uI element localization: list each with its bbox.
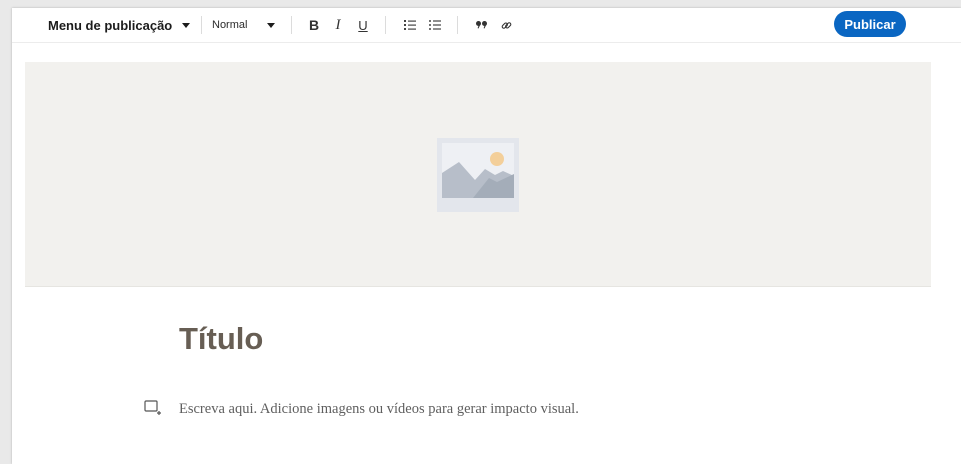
image-placeholder-icon	[437, 138, 519, 212]
toolbar-divider	[385, 16, 386, 34]
link-icon	[501, 21, 511, 29]
bold-button[interactable]: B	[306, 8, 322, 42]
toolbar-divider	[291, 16, 292, 34]
title-input[interactable]: Título	[179, 321, 263, 357]
toolbar-divider	[201, 16, 202, 34]
text-style-value: Normal	[212, 19, 248, 31]
bulleted-list-button[interactable]	[427, 8, 443, 42]
publication-menu-dropdown[interactable]: Menu de publicação	[48, 8, 191, 42]
editor-toolbar: Menu de publicação Normal B I U Publicar	[12, 8, 961, 43]
cover-image-upload-area[interactable]	[25, 62, 931, 287]
italic-button[interactable]: I	[330, 8, 346, 42]
underline-button[interactable]: U	[355, 8, 371, 42]
link-button[interactable]	[498, 8, 514, 42]
quote-button[interactable]	[474, 8, 490, 42]
body-text-input[interactable]: Escreva aqui. Adicione imagens ou vídeos…	[179, 401, 579, 418]
toolbar-divider	[457, 16, 458, 34]
bulleted-list-icon	[429, 20, 441, 30]
text-style-select[interactable]: Normal	[212, 8, 276, 42]
article-editor: Menu de publicação Normal B I U Publicar…	[12, 8, 961, 464]
numbered-list-icon	[404, 20, 416, 30]
quote-icon	[476, 21, 487, 29]
publication-menu-label: Menu de publicação	[48, 17, 173, 33]
caret-down-icon	[267, 22, 276, 28]
publish-button[interactable]: Publicar	[834, 11, 906, 37]
caret-down-icon	[182, 22, 191, 28]
numbered-list-button[interactable]	[402, 8, 418, 42]
add-media-icon[interactable]	[144, 400, 162, 416]
